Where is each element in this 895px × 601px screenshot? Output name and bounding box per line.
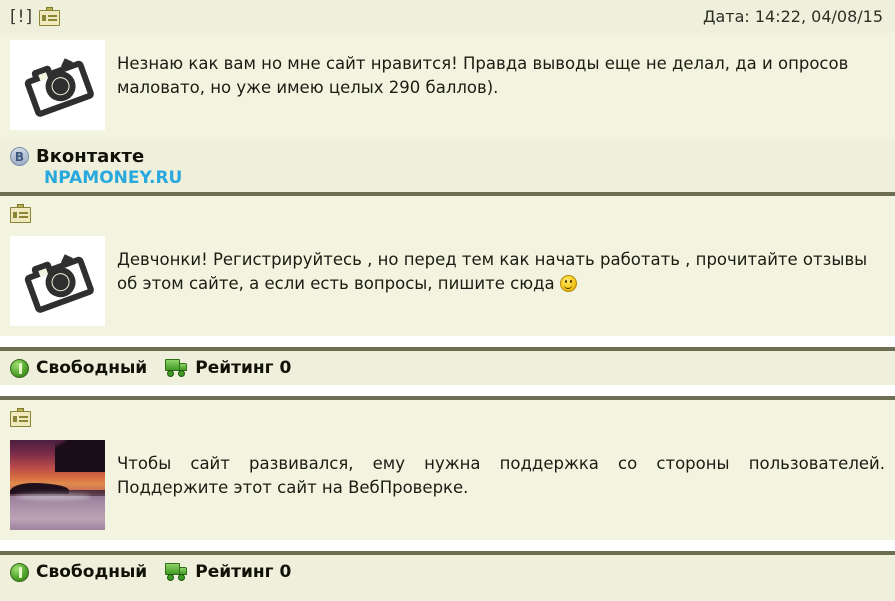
site-link[interactable]: NPAMONEY.RU	[10, 168, 895, 188]
post-header-bar: [!] Дата: 14:22, 04/08/15	[0, 0, 895, 33]
white-gap	[0, 336, 895, 347]
message-block-2: Девчонки! Регистрируйтесь , но перед тем…	[0, 229, 895, 336]
id-card-icon	[39, 7, 61, 26]
sunset-lake-photo[interactable]	[10, 440, 105, 530]
rating-label: Рейтинг 0	[195, 562, 292, 582]
availability-status: Свободный	[10, 358, 147, 378]
availability-label: Свободный	[36, 562, 148, 582]
status-row: Свободный Рейтинг 0	[0, 555, 895, 589]
green-status-circle-icon	[10, 562, 29, 582]
status-row: Свободный Рейтинг 0	[0, 351, 895, 385]
social-network-line[interactable]: В Вконтакте	[10, 146, 895, 167]
rating-label: Рейтинг 0	[195, 358, 292, 378]
green-truck-icon	[165, 359, 188, 377]
message-text: Девчонки! Регистрируйтесь , но перед тем…	[117, 236, 885, 296]
id-card-icon	[10, 204, 31, 223]
availability-status: Свободный	[10, 562, 147, 582]
rating-status: Рейтинг 0	[165, 358, 291, 378]
camera-icon	[20, 52, 95, 119]
message-block-3: Чтобы сайт развивался, ему нужна поддерж…	[0, 433, 895, 540]
rating-status: Рейтинг 0	[165, 562, 291, 582]
white-gap	[0, 540, 895, 551]
message-text: Чтобы сайт развивался, ему нужна поддерж…	[117, 454, 885, 497]
green-truck-icon	[165, 563, 188, 581]
alert-marker: [!]	[10, 6, 34, 27]
post-date: Дата: 14:22, 04/08/15	[702, 7, 883, 26]
social-network-name: Вконтакте	[36, 146, 145, 167]
forum-post-list: [!] Дата: 14:22, 04/08/15 Незнаю как вам…	[0, 0, 895, 601]
message-2-icon-row	[0, 196, 895, 229]
avatar-placeholder[interactable]	[10, 40, 105, 130]
message-3-icon-row	[0, 400, 895, 433]
message-text: Незнаю как вам но мне сайт нравится! Пра…	[117, 54, 849, 97]
social-block: В Вконтакте NPAMONEY.RU	[0, 140, 895, 192]
post-header-left: [!]	[10, 6, 61, 27]
message-text-content: Девчонки! Регистрируйтесь , но перед тем…	[117, 250, 868, 293]
avatar-placeholder[interactable]	[10, 236, 105, 326]
id-card-icon	[10, 408, 31, 427]
camera-icon	[20, 248, 95, 315]
message-block-1: Незнаю как вам но мне сайт нравится! Пра…	[0, 33, 895, 140]
green-status-circle-icon	[10, 358, 29, 378]
white-gap	[0, 385, 895, 396]
availability-label: Свободный	[36, 358, 148, 378]
vk-icon: В	[10, 147, 29, 166]
smiling-face-emoji	[559, 274, 577, 292]
